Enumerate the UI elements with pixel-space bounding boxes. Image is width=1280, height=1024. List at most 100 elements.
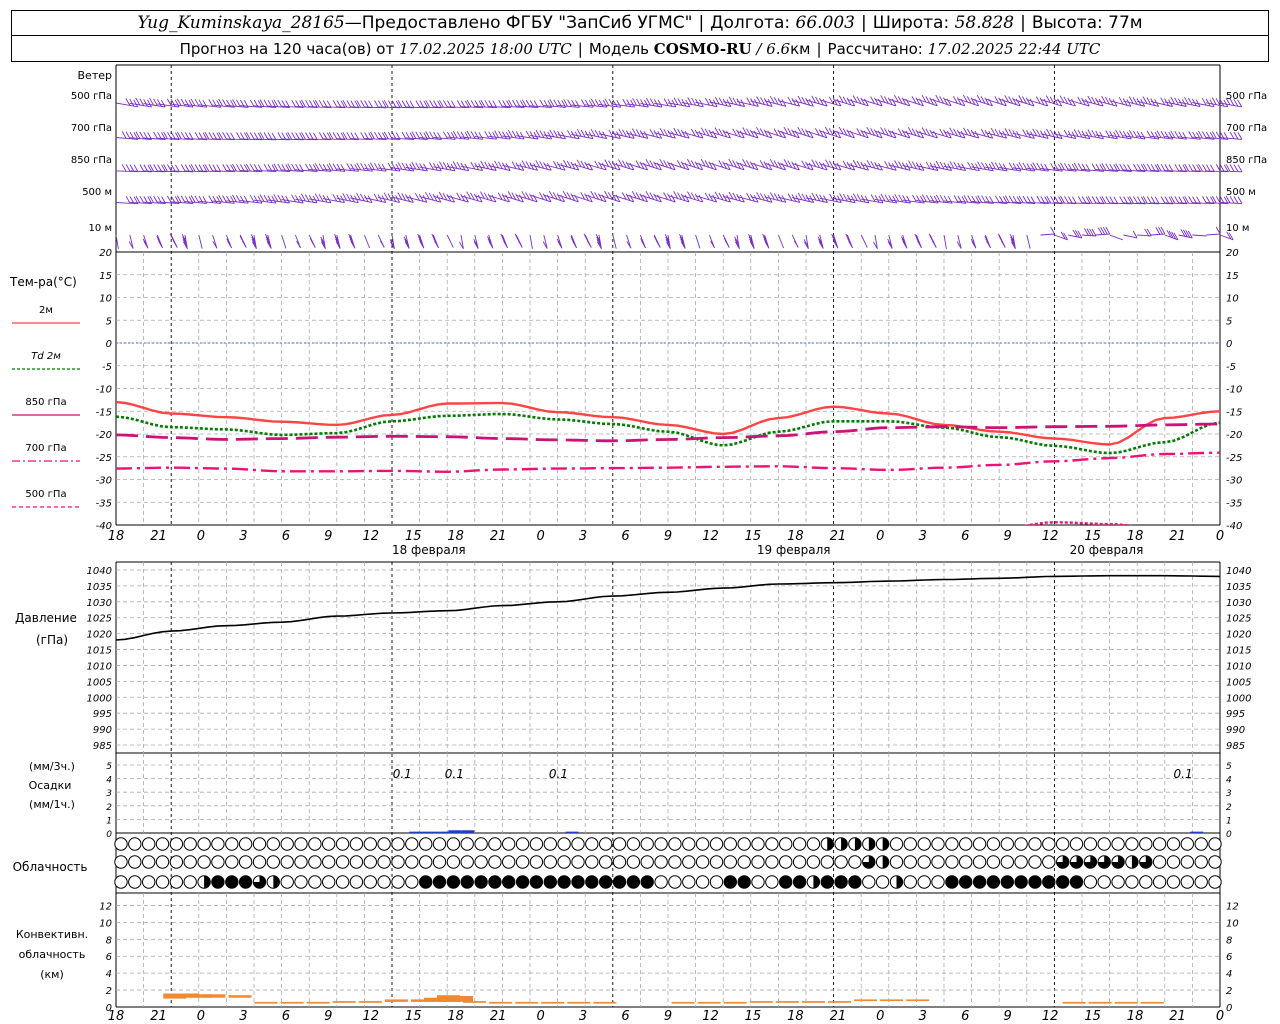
cloud-symbol <box>986 855 1001 869</box>
cloud-symbol <box>765 837 779 851</box>
temp-y-tick: -10 <box>96 385 112 396</box>
cloud-symbol <box>571 837 585 851</box>
conv-bar <box>671 1001 695 1004</box>
cloud-fill-partial <box>273 875 280 889</box>
cloud-symbol <box>363 875 377 889</box>
cloud-symbol <box>1028 837 1042 851</box>
wind-barb <box>143 164 166 173</box>
temp-y-tick: -15 <box>96 407 112 418</box>
cloud-symbol <box>543 837 557 851</box>
wind-barb <box>377 234 385 248</box>
cloud-symbol <box>419 837 433 851</box>
wind-barb <box>500 233 509 249</box>
conv-bar <box>463 1001 487 1003</box>
cloud-fill-partial <box>868 837 875 851</box>
cloud-symbol <box>225 837 239 851</box>
wind-barb <box>198 234 203 249</box>
wind-level-label: 500 гПа <box>1226 91 1267 102</box>
x-tick-label: 18 <box>447 1009 464 1024</box>
cloud-symbol <box>1125 875 1139 889</box>
cloud-symbol <box>197 855 211 869</box>
wind-barb <box>595 234 602 250</box>
precip-title-top: (мм/3ч.) <box>29 760 75 773</box>
x-tick-label: 0 <box>1216 1009 1224 1024</box>
wind-barb <box>1206 164 1229 173</box>
x-tick-label: 0 <box>876 1009 884 1024</box>
conv-bar <box>515 1001 539 1004</box>
cloud-title: Облачность <box>13 860 88 874</box>
cloud-symbol <box>792 855 807 869</box>
x-tick-label: 3 <box>239 529 247 544</box>
cloud-symbol <box>1028 855 1042 869</box>
wind-barb <box>1206 226 1221 236</box>
temp-y-tick: 20 <box>1226 248 1239 259</box>
pres-y-tick: 1040 <box>1226 566 1251 577</box>
cloud-symbol <box>183 837 197 851</box>
prec-y-tick: 1 <box>106 816 112 826</box>
cloud-symbol <box>1056 837 1070 851</box>
wind-barb <box>1026 234 1031 249</box>
pres-y-tick: 1035 <box>1226 582 1251 593</box>
conv-bar <box>541 1001 565 1004</box>
conv-bar <box>1088 1001 1112 1004</box>
conv-bar <box>593 1001 617 1004</box>
wind-barb <box>446 234 454 248</box>
cloud-symbol <box>668 855 682 869</box>
cloud-symbol <box>765 875 779 889</box>
prec-y-tick: 2 <box>1226 803 1232 813</box>
cloud-symbol <box>529 855 544 869</box>
precip-bar <box>565 831 579 833</box>
cloud-symbol <box>391 837 405 851</box>
cloud-symbol <box>723 837 737 851</box>
wind-barb <box>459 234 464 250</box>
conv-title-3: (км) <box>40 968 64 981</box>
cloud-symbol <box>1180 875 1195 889</box>
cloud-fill-full <box>211 875 225 889</box>
cloud-fill-full <box>585 875 598 889</box>
cloud-fill-full <box>1070 875 1083 889</box>
pres-y-tick: 1025 <box>87 614 112 625</box>
wind-barb <box>309 163 332 172</box>
cloud-symbol <box>1111 837 1125 851</box>
cloud-symbol <box>114 855 128 869</box>
cloud-symbol <box>737 837 751 851</box>
wind-barb <box>556 234 563 249</box>
cloud-symbol <box>238 837 253 851</box>
x-tick-label: 9 <box>324 529 332 544</box>
conv-bar <box>489 1001 513 1004</box>
cloud-symbol <box>931 837 945 851</box>
cloud-symbol <box>1152 875 1167 889</box>
precip-bar <box>461 830 475 833</box>
x-tick-label: 12 <box>1042 529 1059 544</box>
cloud-fill-full <box>779 875 792 889</box>
cloud-symbol <box>654 875 668 889</box>
wind-barb <box>653 234 661 248</box>
cloud-symbol <box>1166 855 1181 869</box>
cloud-fill-partial <box>841 837 848 851</box>
wind-barb <box>1081 228 1097 237</box>
cloud-symbol <box>1083 837 1098 851</box>
wind-barb <box>791 234 799 248</box>
cloud-symbol <box>1139 875 1153 889</box>
wind-barb <box>873 234 878 250</box>
wind-barb <box>817 234 824 249</box>
cloud-fill-full <box>1028 875 1042 889</box>
cloud-symbol <box>294 875 308 889</box>
cloud-symbol <box>1166 875 1181 889</box>
cloud-symbol <box>917 875 931 889</box>
x-tick-label: 12 <box>702 529 719 544</box>
conv-bar <box>723 1001 747 1004</box>
wind-level-label: 700 гПа <box>71 123 112 134</box>
pres-y-tick: 985 <box>1226 741 1245 752</box>
wind-barb <box>487 234 494 249</box>
wind-barb <box>115 164 139 173</box>
precip-annotation: 0.1 <box>445 767 464 781</box>
wind-barb <box>695 234 701 249</box>
cloud-symbol <box>349 875 364 889</box>
wind-barb <box>1009 234 1016 250</box>
wind-barb <box>281 132 304 141</box>
wind-barb <box>997 233 1006 248</box>
cloud-symbol <box>502 855 516 869</box>
cloud-fill-full <box>848 875 862 889</box>
conv-bar <box>228 995 252 998</box>
